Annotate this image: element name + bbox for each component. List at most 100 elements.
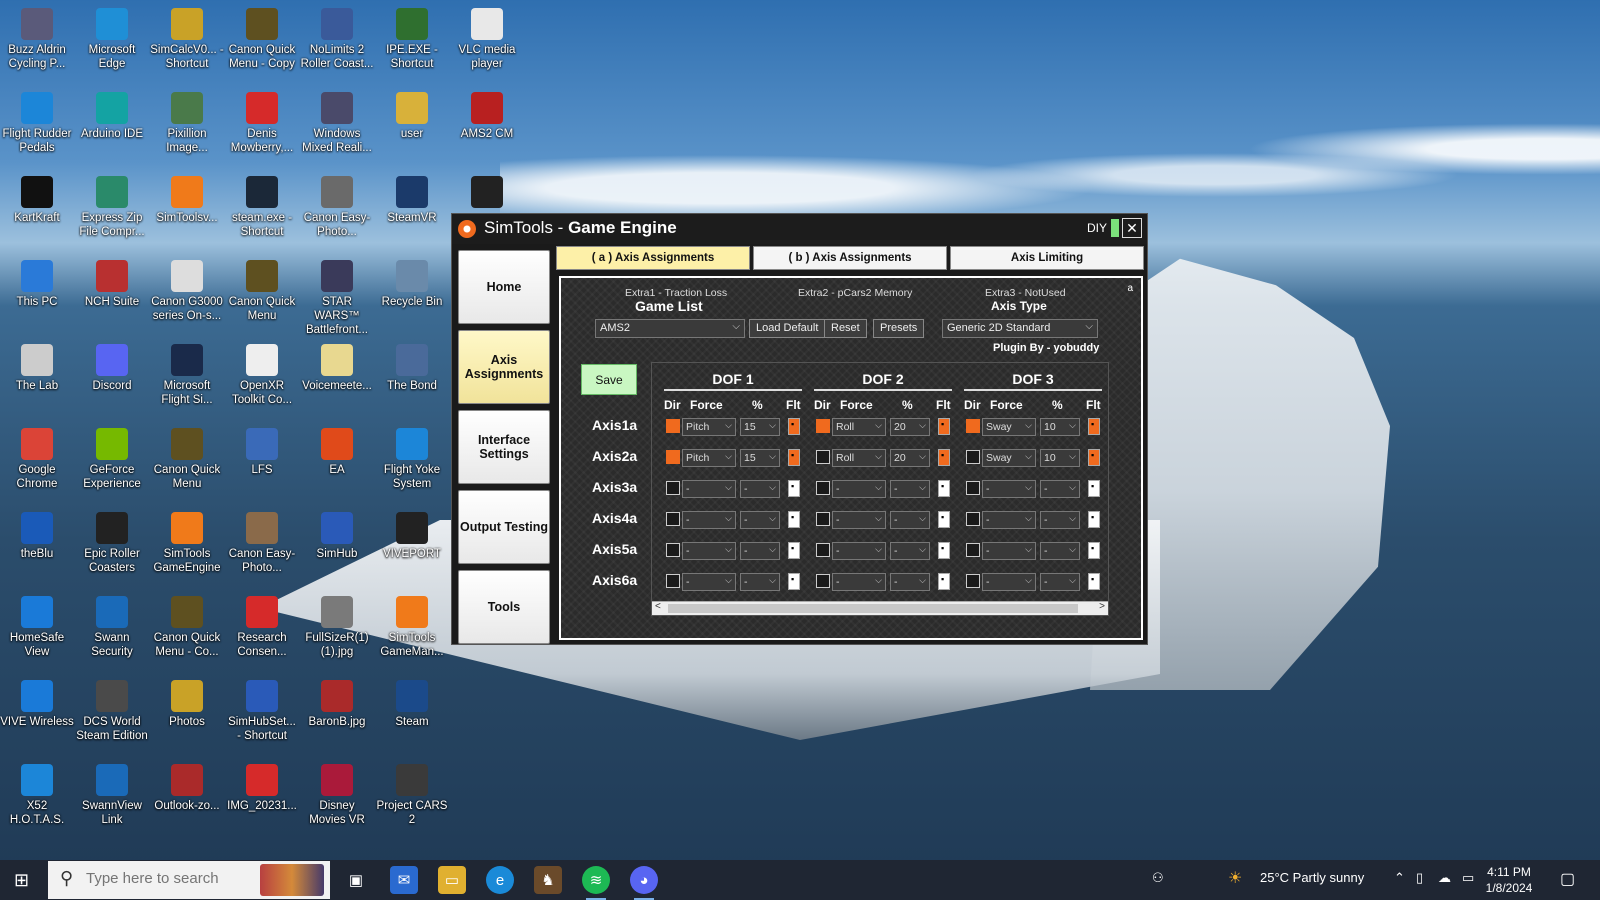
desktop-shortcut[interactable]: OpenXR Toolkit Co... [225, 340, 299, 422]
dir-checkbox[interactable] [816, 450, 830, 464]
force-select[interactable]: - ⌵ [832, 480, 886, 498]
desktop-shortcut[interactable]: VIVE Wireless [0, 676, 74, 758]
desktop-shortcut[interactable]: IPE.EXE - Shortcut [375, 4, 449, 86]
nav-interface-settings-button[interactable]: Interface Settings [458, 410, 550, 484]
force-select[interactable]: - ⌵ [682, 511, 736, 529]
scroll-thumb[interactable] [668, 604, 1078, 613]
desktop-shortcut[interactable]: BaronB.jpg [300, 676, 374, 758]
force-select[interactable]: Roll ⌵ [832, 449, 886, 467]
dir-checkbox[interactable] [816, 574, 830, 588]
filter-toggle[interactable] [1088, 573, 1100, 590]
desktop-shortcut[interactable]: Voicemeete... [300, 340, 374, 422]
desktop-shortcut[interactable]: Denis Mowberry,... [225, 88, 299, 170]
dir-checkbox[interactable] [666, 481, 680, 495]
desktop-shortcut[interactable]: SimTools GameEngine [150, 508, 224, 590]
percent-select[interactable]: 20 ⌵ [890, 449, 930, 467]
force-select[interactable]: - ⌵ [982, 511, 1036, 529]
desktop-shortcut[interactable]: Canon Quick Menu - Copy [225, 4, 299, 86]
desktop-shortcut[interactable]: VIVEPORT [375, 508, 449, 590]
percent-select[interactable]: - ⌵ [890, 542, 930, 560]
filter-toggle[interactable] [788, 418, 800, 435]
force-select[interactable]: - ⌵ [682, 573, 736, 591]
nav-output-testing-button[interactable]: Output Testing [458, 490, 550, 564]
filter-toggle[interactable] [938, 480, 950, 497]
percent-select[interactable]: - ⌵ [740, 542, 780, 560]
dir-checkbox[interactable] [816, 543, 830, 557]
percent-select[interactable]: - ⌵ [890, 573, 930, 591]
desktop-shortcut[interactable]: Flight Yoke System [375, 424, 449, 506]
desktop-shortcut[interactable]: NCH Suite [75, 256, 149, 338]
filter-toggle[interactable] [938, 449, 950, 466]
discord-icon[interactable]: ◕ [630, 866, 658, 900]
desktop-shortcut[interactable]: HomeSafe View [0, 592, 74, 674]
filter-toggle[interactable] [788, 449, 800, 466]
people-icon[interactable]: ⚇ [1152, 870, 1164, 886]
presets-button[interactable]: Presets [873, 319, 925, 338]
edge-icon[interactable]: e [486, 866, 514, 894]
filter-toggle[interactable] [938, 573, 950, 590]
desktop-shortcut[interactable]: SimCalcV0... - Shortcut [150, 4, 224, 86]
desktop-shortcut[interactable]: Outlook-zo... [150, 760, 224, 842]
dir-checkbox[interactable] [966, 512, 980, 526]
weather-icon[interactable]: ☀ [1228, 868, 1242, 888]
scroll-left-icon[interactable]: < [655, 601, 661, 612]
desktop-shortcut[interactable]: Research Consen... [225, 592, 299, 674]
dir-checkbox[interactable] [666, 450, 680, 464]
dir-checkbox[interactable] [816, 512, 830, 526]
tab-b-axis-assignments[interactable]: ( b ) Axis Assignments [753, 246, 947, 270]
percent-select[interactable]: 20 ⌵ [890, 418, 930, 436]
percent-select[interactable]: - ⌵ [890, 511, 930, 529]
dir-checkbox[interactable] [816, 419, 830, 433]
desktop-shortcut[interactable]: Project CARS 2 [375, 760, 449, 842]
reset-button[interactable]: Reset [824, 319, 867, 338]
nav-axis-assignments-button[interactable]: Axis Assignments [458, 330, 550, 404]
tab-axis-limiting[interactable]: Axis Limiting [950, 246, 1144, 270]
file-explorer-icon[interactable]: ▭ [438, 866, 466, 894]
desktop-shortcut[interactable]: Canon Quick Menu [225, 256, 299, 338]
search-input[interactable] [86, 870, 286, 887]
filter-toggle[interactable] [1088, 449, 1100, 466]
force-select[interactable]: Pitch ⌵ [682, 449, 736, 467]
desktop-shortcut[interactable]: Steam [375, 676, 449, 758]
percent-select[interactable]: - ⌵ [1040, 511, 1080, 529]
percent-select[interactable]: 10 ⌵ [1040, 449, 1080, 467]
percent-select[interactable]: - ⌵ [740, 511, 780, 529]
force-select[interactable]: Roll ⌵ [832, 418, 886, 436]
force-select[interactable]: - ⌵ [682, 542, 736, 560]
filter-toggle[interactable] [938, 418, 950, 435]
filter-toggle[interactable] [788, 511, 800, 528]
filter-toggle[interactable] [1088, 511, 1100, 528]
force-select[interactable]: - ⌵ [982, 573, 1036, 591]
force-select[interactable]: Sway ⌵ [982, 418, 1036, 436]
dir-checkbox[interactable] [666, 512, 680, 526]
filter-toggle[interactable] [1088, 480, 1100, 497]
filter-toggle[interactable] [938, 511, 950, 528]
desktop-shortcut[interactable]: KartKraft [0, 172, 74, 254]
desktop-shortcut[interactable]: Windows Mixed Reali... [300, 88, 374, 170]
percent-select[interactable]: 10 ⌵ [1040, 418, 1080, 436]
spotify-icon[interactable]: ≋ [582, 866, 610, 900]
desktop-shortcut[interactable]: steam.exe - Shortcut [225, 172, 299, 254]
desktop-shortcut[interactable]: Microsoft Flight Si... [150, 340, 224, 422]
force-select[interactable]: - ⌵ [832, 542, 886, 560]
dir-checkbox[interactable] [966, 574, 980, 588]
desktop-shortcut[interactable]: FullSizeR(1) (1).jpg [300, 592, 374, 674]
dir-checkbox[interactable] [666, 574, 680, 588]
desktop-shortcut[interactable]: SteamVR [375, 172, 449, 254]
desktop-shortcut[interactable]: SwannView Link [75, 760, 149, 842]
desktop-shortcut[interactable]: AMS2 CM [450, 88, 524, 170]
desktop-shortcut[interactable]: Arduino IDE [75, 88, 149, 170]
desktop-shortcut[interactable]: IMG_20231... [225, 760, 299, 842]
percent-select[interactable]: - ⌵ [1040, 542, 1080, 560]
percent-select[interactable]: 15 ⌵ [740, 449, 780, 467]
percent-select[interactable]: - ⌵ [1040, 480, 1080, 498]
desktop-shortcut[interactable]: NoLimits 2 Roller Coast... [300, 4, 374, 86]
desktop-shortcut[interactable]: Photos [150, 676, 224, 758]
desktop-shortcut[interactable]: Canon Easy-Photo... [300, 172, 374, 254]
close-button[interactable]: ✕ [1122, 218, 1142, 238]
desktop-shortcut[interactable]: LFS [225, 424, 299, 506]
desktop-shortcut[interactable]: Disney Movies VR [300, 760, 374, 842]
percent-select[interactable]: - ⌵ [1040, 573, 1080, 591]
desktop-shortcut[interactable]: Buzz Aldrin Cycling P... [0, 4, 74, 86]
desktop-shortcut[interactable]: X52 H.O.T.A.S. [0, 760, 74, 842]
